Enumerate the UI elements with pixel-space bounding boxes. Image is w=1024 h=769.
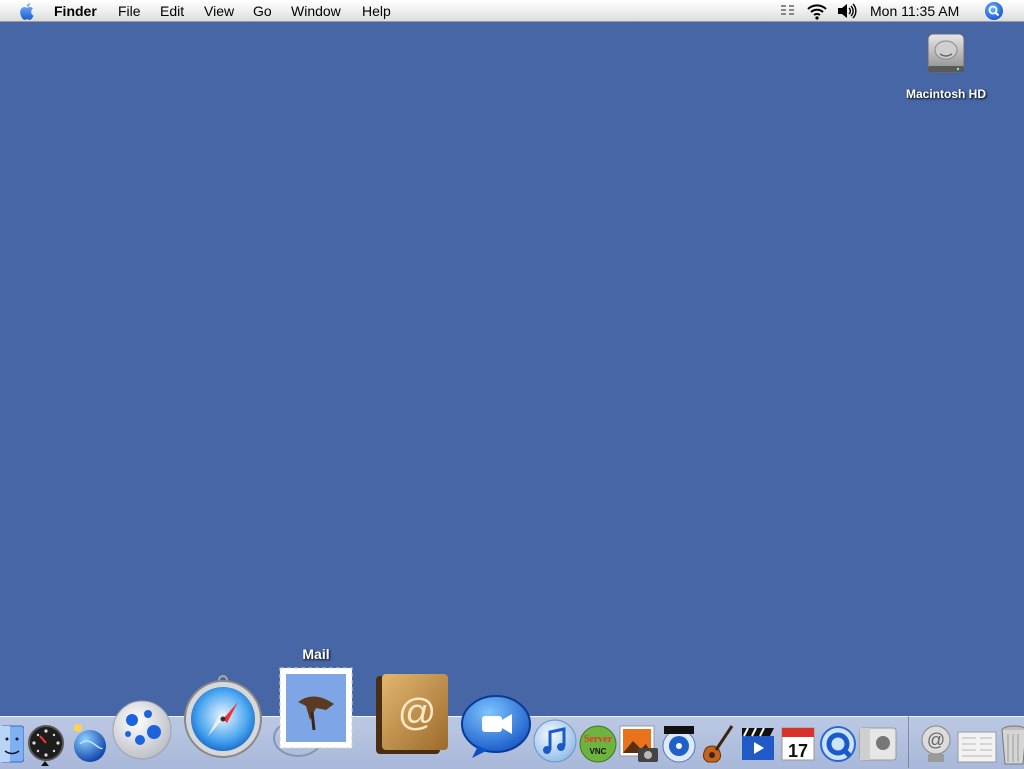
svg-text:17: 17	[788, 741, 808, 761]
menu-go[interactable]: Go	[253, 3, 272, 19]
menu-window[interactable]: Window	[291, 3, 341, 19]
svg-text:@: @	[398, 692, 437, 734]
blue-app-icon[interactable]	[110, 698, 174, 762]
dock-separator	[908, 716, 909, 768]
hard-drive-icon	[927, 33, 965, 73]
dashboard-icon[interactable]	[27, 724, 65, 762]
ical-icon[interactable]: 17	[778, 724, 818, 764]
menu-finder[interactable]: Finder	[54, 3, 97, 19]
menu-view[interactable]: View	[204, 3, 234, 19]
documents-folder-icon[interactable]	[956, 728, 998, 764]
menu-file[interactable]: File	[118, 3, 141, 19]
svg-text:Server: Server	[584, 734, 613, 745]
menu-bar: Finder File Edit View Go Window Help Mon…	[0, 0, 1024, 22]
garageband-icon[interactable]	[698, 722, 738, 764]
desktop-icon-macintosh-hd[interactable]: Macintosh HD	[898, 30, 994, 101]
itunes-icon[interactable]	[532, 718, 578, 764]
desktop-icon-label: Macintosh HD	[905, 87, 986, 101]
network-app-icon[interactable]	[70, 722, 110, 764]
safari-icon[interactable]	[180, 672, 266, 760]
apple-menu-icon[interactable]	[18, 1, 38, 21]
vnc-server-icon[interactable]: Server VNC	[578, 724, 618, 764]
mail-drive-icon[interactable]: @	[916, 724, 956, 764]
quicktime-icon[interactable]	[818, 724, 858, 764]
iphoto-icon[interactable]	[618, 724, 660, 764]
address-book-icon[interactable]: @	[372, 670, 456, 760]
svg-text:@: @	[927, 730, 945, 750]
spotlight-icon[interactable]	[985, 2, 1003, 20]
finder-icon[interactable]	[0, 724, 24, 764]
volume-icon[interactable]	[836, 2, 858, 20]
mail-icon[interactable]	[268, 662, 360, 760]
imovie-icon[interactable]	[738, 724, 778, 764]
trash-icon[interactable]	[1000, 724, 1024, 766]
running-indicator	[41, 761, 49, 766]
menu-edit[interactable]: Edit	[160, 3, 184, 19]
svg-text:VNC: VNC	[590, 747, 607, 756]
ichat-icon[interactable]	[460, 694, 532, 760]
wifi-icon[interactable]	[806, 2, 828, 20]
menu-help[interactable]: Help	[362, 3, 391, 19]
keyboard-menu-icon[interactable]	[780, 2, 796, 20]
dock-tooltip: Mail	[302, 646, 330, 662]
dvd-player-icon[interactable]	[660, 724, 698, 764]
menu-clock[interactable]: Mon 11:35 AM	[870, 3, 959, 19]
system-preferences-icon[interactable]	[858, 724, 898, 764]
